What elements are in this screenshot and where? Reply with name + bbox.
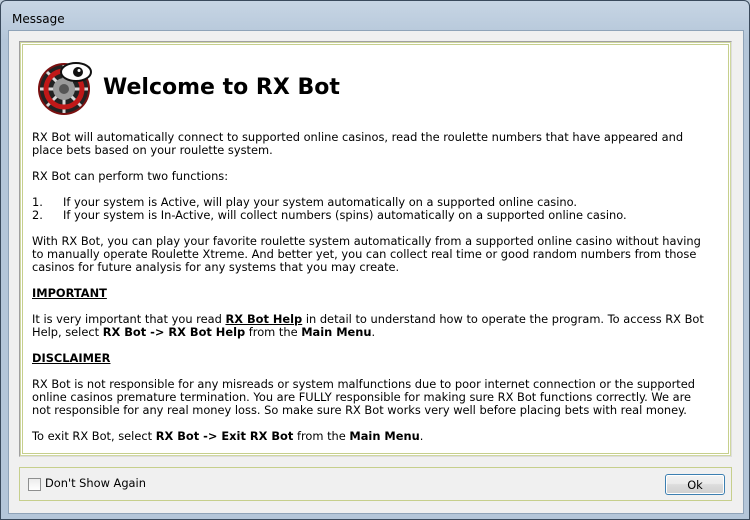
list-item: 2. If your system is In-Active, will col… xyxy=(32,208,627,222)
important-title: IMPORTANT xyxy=(32,286,107,300)
message-body: RX Bot will automatically connect to sup… xyxy=(32,131,704,456)
window-title: Message xyxy=(12,12,65,26)
dialog-client-area: Welcome to RX Bot RX Bot will automatica… xyxy=(8,30,744,514)
dont-show-again-label[interactable]: Don't Show Again xyxy=(45,476,146,490)
roulette-wheel-eye-icon xyxy=(38,62,92,115)
dont-show-again-checkbox[interactable] xyxy=(28,478,41,491)
description-paragraph: With RX Bot, you can play your favorite … xyxy=(32,234,701,274)
exit-paragraph: To exit RX Bot, select RX Bot -> Exit RX… xyxy=(32,429,424,443)
message-window: Message Welcome to RX Bot RX Bot will au… xyxy=(0,0,750,520)
intro-paragraph: RX Bot will automatically connect to sup… xyxy=(32,130,684,157)
important-paragraph: It is very important that you read RX Bo… xyxy=(32,312,704,339)
welcome-heading: Welcome to RX Bot xyxy=(103,75,340,100)
functions-intro: RX Bot can perform two functions: xyxy=(32,169,229,183)
disclaimer-title: DISCLAIMER xyxy=(32,351,111,365)
footer-panel: Don't Show Again Ok xyxy=(19,467,732,501)
functions-list: 1. If your system is Active, will play y… xyxy=(32,196,704,222)
ok-button[interactable]: Ok xyxy=(665,474,725,495)
rx-bot-help-link: RX Bot Help xyxy=(225,312,303,326)
message-panel: Welcome to RX Bot RX Bot will automatica… xyxy=(19,41,732,457)
disclaimer-paragraph: RX Bot is not responsible for any misrea… xyxy=(32,377,695,417)
